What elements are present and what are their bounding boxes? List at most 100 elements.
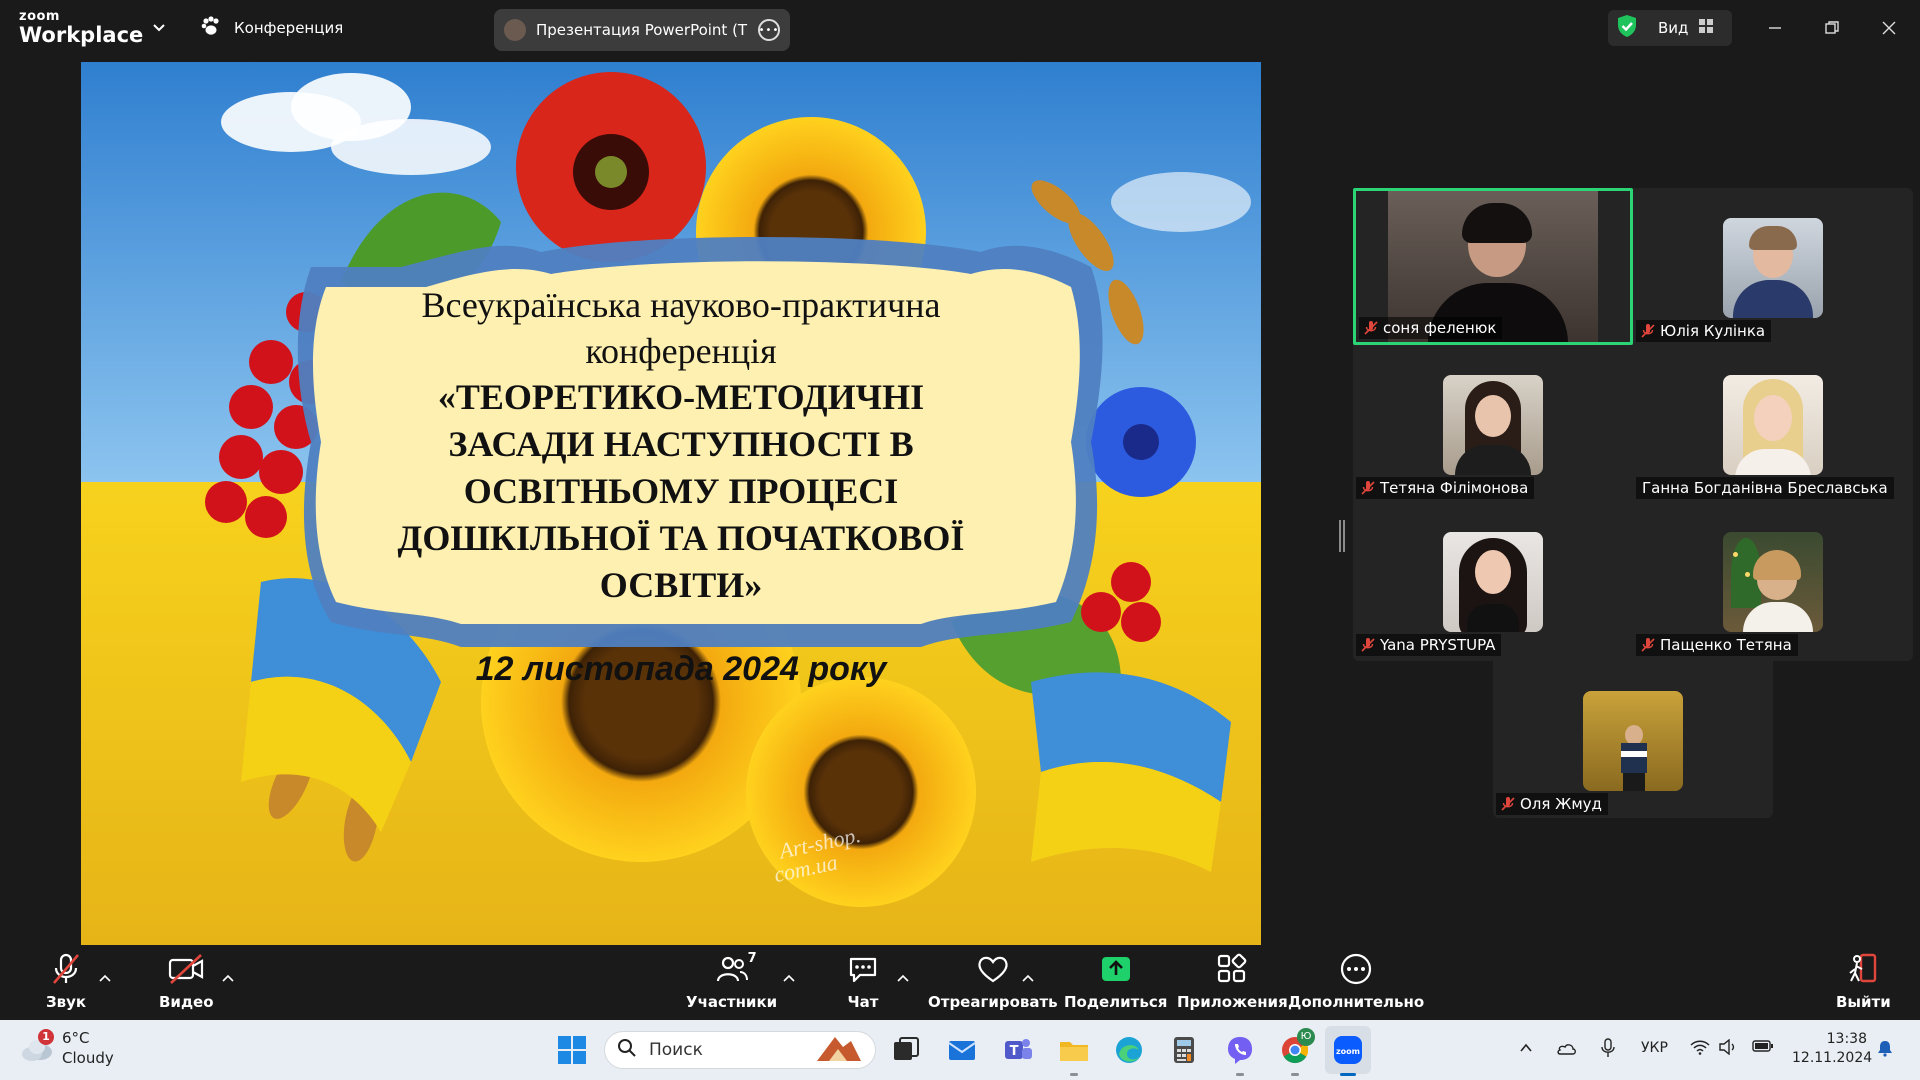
- minimize-button[interactable]: [1761, 14, 1789, 42]
- react-button[interactable]: Отреагировать: [928, 953, 1058, 1015]
- chat-icon: [845, 951, 881, 991]
- conference-menu[interactable]: Конференция: [200, 15, 343, 41]
- apps-icon: [1214, 951, 1250, 991]
- search-icon: [617, 1038, 637, 1063]
- slide-line-2: конференція: [585, 331, 777, 371]
- audio-options-caret-icon[interactable]: [99, 967, 111, 982]
- slide-line-6: ДОШКІЛЬНОЇ ТА ПОЧАТКОВОЇ: [397, 518, 965, 558]
- chat-button[interactable]: Чат: [845, 953, 881, 1015]
- audio-label: Звук: [46, 993, 87, 1011]
- chrome-icon[interactable]: Ю: [1279, 1028, 1315, 1066]
- teams-icon[interactable]: T: [1002, 1034, 1034, 1066]
- participant-avatar: [1723, 532, 1823, 632]
- presentation-indicator[interactable]: Презентация PowerPoint (Тетяна •••: [494, 9, 790, 51]
- video-off-icon: [167, 951, 205, 991]
- share-label: Поделиться: [1064, 993, 1168, 1011]
- calculator-icon[interactable]: [1168, 1034, 1200, 1066]
- participant-name-tag: Юлія Кулінка: [1636, 320, 1772, 342]
- shield-check-icon: [1616, 14, 1638, 42]
- mic-muted-icon: [1640, 637, 1656, 653]
- chat-options-caret-icon[interactable]: [897, 967, 909, 982]
- viber-icon[interactable]: [1224, 1034, 1256, 1066]
- resize-handle[interactable]: [1339, 520, 1345, 552]
- mic-muted-icon: [1363, 320, 1379, 336]
- zoom-icon[interactable]: zoom: [1332, 1034, 1364, 1066]
- search-highlight-icon: [813, 1033, 863, 1068]
- participant-name: соня феленюк: [1383, 319, 1497, 337]
- restore-button[interactable]: [1818, 14, 1846, 42]
- participant-tile[interactable]: Тетяна Філімонова: [1353, 345, 1633, 502]
- language-indicator[interactable]: УКР: [1641, 1040, 1668, 1056]
- share-button[interactable]: Поделиться: [1064, 953, 1167, 1015]
- leave-icon: [1845, 951, 1881, 991]
- mic-muted-icon: [1360, 480, 1376, 496]
- video-options-caret-icon[interactable]: [222, 967, 234, 982]
- weather-alert-badge: 1: [38, 1029, 54, 1045]
- running-indicator: [1291, 1073, 1299, 1076]
- participant-name-tag: Пащенко Тетяна: [1636, 634, 1798, 656]
- view-menu[interactable]: Вид: [1608, 10, 1732, 46]
- edge-icon[interactable]: [1113, 1034, 1145, 1066]
- participant-name: Yana PRYSTUPA: [1380, 636, 1496, 654]
- title-bar: zoom Workplace Конференция Презентация P…: [0, 0, 1920, 56]
- slide-line-7: ОСВІТИ»: [599, 565, 763, 605]
- participants-options-caret-icon[interactable]: [783, 967, 795, 982]
- video-label: Видео: [159, 993, 214, 1011]
- microphone-in-use-icon[interactable]: [1600, 1038, 1616, 1062]
- search-placeholder: Поиск: [649, 1040, 703, 1060]
- shared-presentation-slide: Всеукраїнська науково-практична конферен…: [81, 62, 1261, 945]
- audio-button[interactable]: Звук: [46, 953, 86, 1015]
- conference-label: Конференция: [234, 19, 344, 37]
- chevron-down-icon[interactable]: [150, 18, 168, 36]
- participant-tile[interactable]: Yana PRYSTUPA: [1353, 502, 1633, 659]
- participant-tile[interactable]: соня феленюк: [1353, 188, 1633, 345]
- close-button[interactable]: [1875, 14, 1903, 42]
- apps-label: Приложения: [1177, 993, 1288, 1011]
- weather-description: Cloudy: [62, 1049, 114, 1067]
- system-clock[interactable]: 13:38 12.11.2024: [1792, 1030, 1872, 1068]
- participant-name: Пащенко Тетяна: [1660, 636, 1792, 654]
- participant-tile[interactable]: Юлія Кулінка: [1633, 188, 1913, 345]
- show-hidden-icons[interactable]: [1518, 1040, 1534, 1060]
- notification-bell-icon[interactable]: [1876, 1039, 1894, 1061]
- windows-start-icon[interactable]: [556, 1034, 588, 1066]
- running-indicator-active: [1340, 1073, 1356, 1076]
- mail-icon[interactable]: [946, 1034, 978, 1066]
- leave-button[interactable]: Выйти: [1836, 953, 1891, 1015]
- leave-label: Выйти: [1836, 993, 1891, 1011]
- video-button[interactable]: Видео: [159, 953, 214, 1015]
- volume-icon[interactable]: [1718, 1038, 1738, 1059]
- participant-name: Юлія Кулінка: [1660, 322, 1766, 340]
- taskbar-search[interactable]: Поиск: [604, 1031, 876, 1069]
- participant-name-tag: Оля Жмуд: [1496, 793, 1608, 815]
- more-options-icon[interactable]: •••: [758, 19, 780, 41]
- apps-button[interactable]: Приложения: [1177, 953, 1288, 1015]
- onedrive-icon[interactable]: [1555, 1040, 1577, 1060]
- react-options-caret-icon[interactable]: [1022, 967, 1034, 982]
- battery-icon[interactable]: [1752, 1039, 1774, 1057]
- slide-line-1: Всеукраїнська науково-практична: [421, 285, 941, 325]
- wifi-icon[interactable]: [1690, 1039, 1710, 1059]
- more-button[interactable]: Дополнительно: [1288, 953, 1424, 1015]
- weather-widget[interactable]: 1 6°C Cloudy: [20, 1028, 114, 1068]
- participants-count: 7: [747, 951, 757, 966]
- logo-small-text: zoom: [19, 9, 60, 24]
- mic-muted-icon: [1500, 796, 1516, 812]
- participant-tile[interactable]: Оля Жмуд: [1493, 661, 1773, 818]
- participant-tile[interactable]: Ганна Богданівна Бреславська: [1633, 345, 1913, 502]
- logo-big-text: Workplace: [19, 23, 144, 47]
- slide-title-block: Всеукраїнська науково-практична конферен…: [316, 282, 1046, 609]
- presentation-label: Презентация PowerPoint (Тетяна: [536, 21, 748, 39]
- participant-avatar: [1443, 532, 1543, 632]
- participant-tile[interactable]: Пащенко Тетяна: [1633, 502, 1913, 659]
- participants-button[interactable]: 7 Участники: [686, 951, 778, 1015]
- file-explorer-icon[interactable]: [1058, 1034, 1090, 1066]
- participant-avatar: [1583, 691, 1683, 791]
- participants-label: Участники: [686, 993, 778, 1011]
- slide-date: 12 листопада 2024 року: [475, 650, 887, 688]
- more-options-icon: [1338, 951, 1374, 991]
- slide-line-4: ЗАСАДИ НАСТУПНОСТІ В: [448, 424, 914, 464]
- react-label: Отреагировать: [928, 993, 1058, 1011]
- task-view-icon[interactable]: [890, 1034, 922, 1066]
- mic-muted-icon: [1640, 323, 1656, 339]
